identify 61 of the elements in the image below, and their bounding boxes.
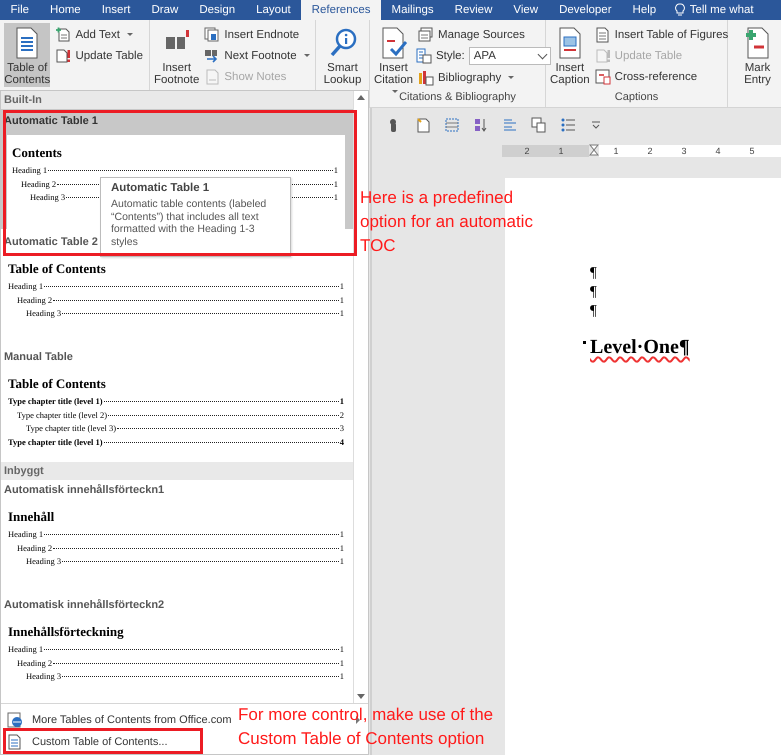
- item-title: Manual Table: [3, 350, 74, 365]
- document-heading: Level·One¶: [590, 336, 690, 358]
- toc-entry-text: Heading 3: [30, 191, 66, 204]
- tooltip-title: Automatic Table 1: [111, 182, 210, 194]
- toc-entry-text: Heading 1: [8, 528, 44, 541]
- toc-entry-text: Heading 1: [12, 164, 48, 177]
- toc-entry-text: Heading 2: [17, 656, 52, 670]
- page-number: 2: [340, 408, 344, 422]
- paragraph-mark: ¶: [590, 264, 597, 283]
- toc-entry-text: Heading 1: [8, 280, 44, 293]
- paragraph-mark: ¶: [590, 283, 597, 302]
- page-number: 1: [340, 656, 344, 670]
- preview-heading: Table of Contents: [8, 376, 107, 392]
- page-number: 4: [340, 436, 344, 448]
- page-number: 1: [340, 670, 344, 683]
- page-number: 1: [334, 178, 338, 190]
- item-title: Automatisk innehållsförteckn1: [3, 483, 166, 498]
- ruler-number: 2: [646, 146, 654, 156]
- preview-heading: Table of Contents: [8, 261, 107, 277]
- preview-heading: Innehåll: [8, 509, 56, 525]
- page-number: 3: [340, 422, 344, 435]
- toc-entry-text: Heading 3: [26, 307, 62, 320]
- section-header: Built-In: [1, 91, 353, 109]
- annotation-text: For more control, make use of the Custom Table of Contents option: [238, 704, 494, 750]
- toc-entry-text: Heading 2: [17, 542, 52, 555]
- ruler-number: 3: [680, 146, 688, 156]
- toc-entry-text: Heading 3: [26, 555, 62, 568]
- page-number: 1: [340, 307, 344, 320]
- page-number: 1: [334, 191, 338, 204]
- ruler-number: 4: [714, 146, 722, 156]
- annotation-text: Here is a predefined option for an automatic TOC: [360, 187, 534, 257]
- toc-entry-text: Type chapter title (level 3): [26, 422, 116, 435]
- page-number: 1: [340, 542, 344, 554]
- toc-entry-text: Heading 1: [8, 643, 44, 656]
- page-number: 1: [340, 294, 344, 306]
- group-label: Citations & Bibliography: [398, 91, 517, 105]
- toc-entry-text: Type chapter title (level 1): [8, 436, 103, 449]
- page-number: 1: [340, 395, 344, 408]
- item-title: Automatisk innehållsförteckn2: [3, 598, 166, 613]
- ruler-number: 1: [612, 146, 620, 156]
- ruler-number: 2: [523, 146, 530, 156]
- ruler-number: 1: [557, 146, 564, 156]
- toc-entry-text: Heading 2: [17, 294, 52, 307]
- toc-entry-text: Type chapter title (level 1): [8, 395, 103, 408]
- ruler-number: 5: [748, 146, 756, 156]
- toc-entry-text: Heading 2: [21, 178, 56, 191]
- toc-entry-text: Type chapter title (level 2): [17, 408, 108, 422]
- section-header: Inbyggt: [1, 462, 353, 480]
- preview-heading: Innehållsförteckning: [8, 624, 125, 640]
- toc-entry-text: Heading 3: [26, 670, 62, 683]
- group-label: Captions: [614, 91, 660, 105]
- page-number: 1: [340, 528, 344, 541]
- item-title: Automatic Table 1: [3, 114, 99, 129]
- paragraph-mark: ¶: [590, 302, 597, 321]
- page-number: 1: [334, 164, 338, 177]
- page-number: 1: [340, 643, 344, 656]
- preview-heading: Contents: [12, 145, 63, 161]
- field-label: Style:: [436, 50, 465, 62]
- item-title: Automatic Table 2: [3, 235, 99, 250]
- page-number: 1: [340, 280, 344, 293]
- page-number: 1: [340, 555, 344, 568]
